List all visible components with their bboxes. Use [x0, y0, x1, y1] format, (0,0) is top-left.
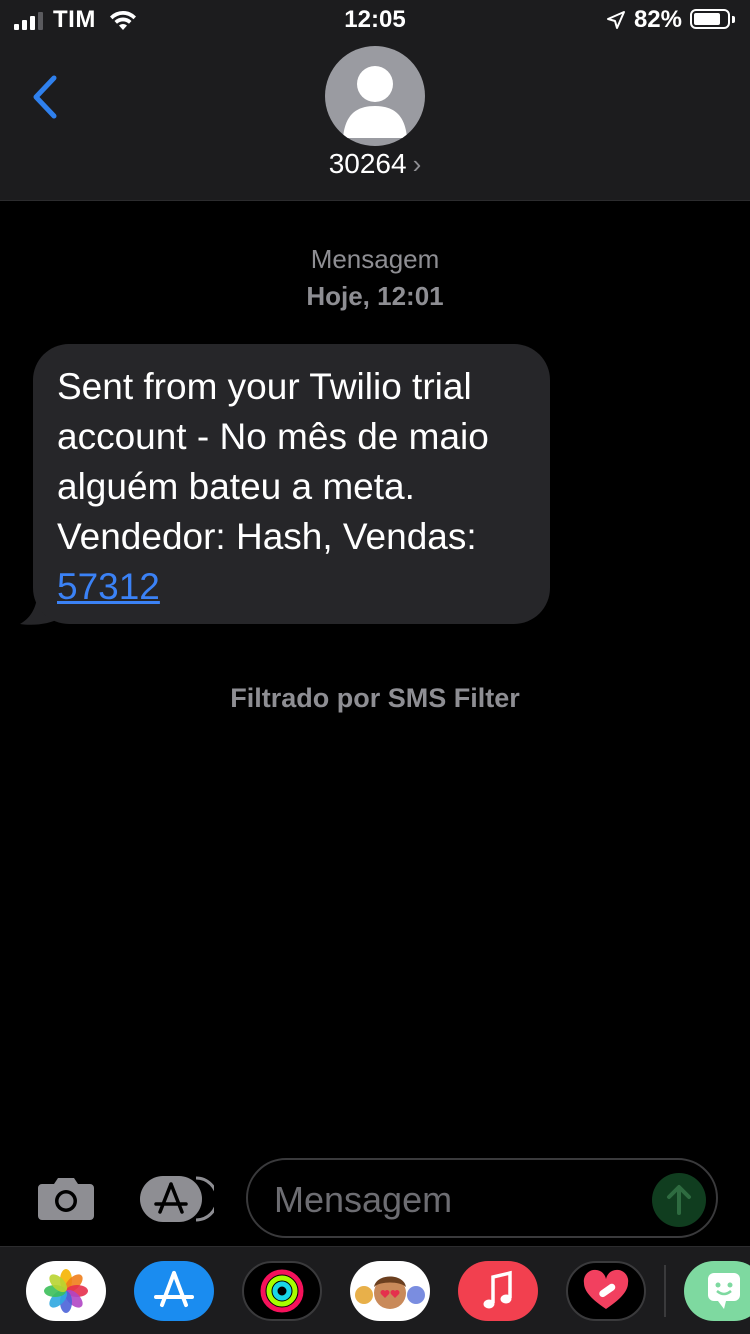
message-link[interactable]: 57312: [57, 566, 160, 607]
memoji-app-icon[interactable]: [350, 1261, 430, 1321]
status-right: 82%: [606, 6, 736, 34]
location-arrow-icon: [606, 11, 625, 29]
drawer-divider: [664, 1265, 666, 1317]
chat-app-icon[interactable]: [684, 1261, 750, 1321]
app-store-icon[interactable]: [140, 1174, 214, 1224]
app-store-app-icon[interactable]: [134, 1261, 214, 1321]
battery-icon: [690, 9, 736, 31]
contact-avatar[interactable]: [325, 46, 425, 146]
sms-filter-note: Filtrado por SMS Filter: [230, 683, 520, 713]
chevron-right-icon: ›: [412, 149, 422, 179]
battery-percent: 82%: [633, 6, 682, 33]
heart-app-icon[interactable]: [566, 1261, 646, 1321]
contact-name-button[interactable]: 30264 ›: [0, 148, 750, 180]
message-input-bar: [0, 1150, 750, 1246]
message-type-label: Mensagem: [310, 244, 440, 274]
status-bar: TIM 12:05 82%: [0, 0, 750, 40]
back-button[interactable]: [26, 72, 66, 122]
messages-screen: TIM 12:05 82% 30264 › Mensagem Hoje, 12:…: [0, 0, 750, 1334]
message-input[interactable]: [272, 1174, 646, 1226]
message-timestamp: Hoje, 12:01: [306, 281, 444, 311]
incoming-message-bubble[interactable]: Sent from your Twilio trial account - No…: [33, 344, 550, 624]
camera-icon[interactable]: [36, 1174, 96, 1222]
message-text: Sent from your Twilio trial account - No…: [57, 366, 489, 557]
activity-app-icon[interactable]: [242, 1261, 322, 1321]
app-drawer: [0, 1246, 750, 1334]
message-field-container: [246, 1158, 718, 1238]
music-app-icon[interactable]: [458, 1261, 538, 1321]
person-silhouette-icon: [343, 66, 407, 138]
conversation-header: TIM 12:05 82% 30264 ›: [0, 0, 750, 201]
send-arrow-icon: [667, 1185, 691, 1215]
photos-app-icon[interactable]: [26, 1261, 106, 1321]
contact-name: 30264: [328, 148, 407, 179]
send-button[interactable]: [652, 1173, 706, 1227]
